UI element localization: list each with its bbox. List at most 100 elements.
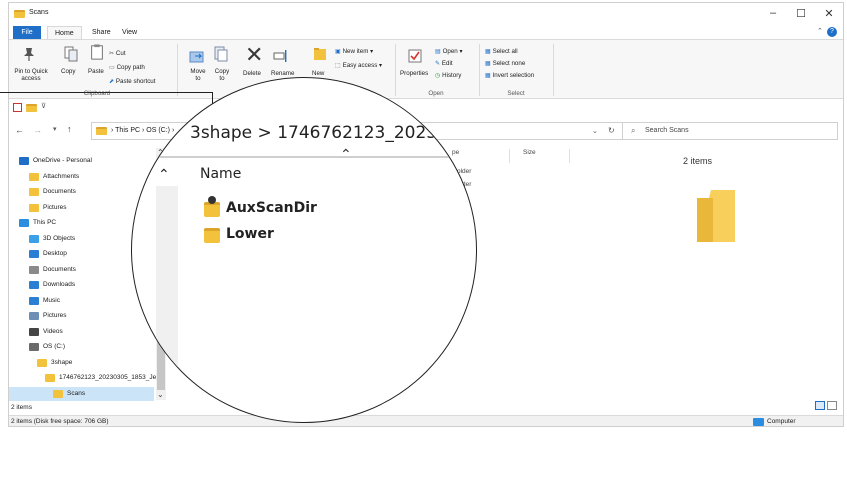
copy-button[interactable]: Copy — [61, 68, 75, 75]
videos-icon — [29, 327, 39, 336]
status-bar: 2 items — [9, 401, 843, 414]
properties-icon — [408, 49, 422, 63]
collapse-ribbon-icon[interactable]: ⌃ — [817, 27, 823, 35]
search-icon: ⌕ — [631, 126, 636, 135]
customize-qat-icon[interactable]: ⊽ — [41, 102, 46, 110]
forward-icon[interactable]: → — [33, 125, 42, 135]
nav-item-label: Scans — [67, 389, 86, 397]
folder-icon — [53, 389, 63, 398]
folder-icon — [14, 10, 25, 18]
folder-icon — [29, 172, 39, 181]
status-item-count: 2 items — [11, 404, 32, 411]
title-bar: Scans – ☐ ✕ — [9, 3, 843, 25]
paste-button[interactable]: Paste — [88, 68, 104, 75]
tab-share[interactable]: Share — [85, 26, 118, 39]
paste-shortcut-button[interactable]: ⬈ Paste shortcut — [109, 78, 155, 85]
nav-item-label: 3shape — [51, 358, 73, 366]
computer-icon — [19, 219, 29, 227]
recent-locations-icon[interactable]: ▾ — [53, 125, 57, 133]
nav-item-label: Videos — [43, 327, 63, 335]
details-view-icon[interactable] — [815, 401, 825, 410]
magnified-item-auxscandir: AuxScanDir — [226, 200, 317, 216]
column-header-type-fragment[interactable]: pe — [452, 149, 459, 156]
paste-icon — [91, 44, 103, 60]
rename-icon — [273, 50, 287, 62]
column-divider — [509, 149, 510, 163]
nav-item-label: This PC — [33, 219, 57, 226]
nav-item[interactable]: Documents — [9, 185, 154, 199]
history-button[interactable]: ◷ History — [435, 72, 461, 79]
tab-file[interactable]: File — [13, 26, 41, 39]
nav-item[interactable]: Videos — [9, 325, 154, 339]
open-button[interactable]: ▤ Open ▾ — [435, 48, 463, 55]
nav-item[interactable]: Music — [9, 294, 154, 308]
crumb-os-c[interactable]: OS (C:) — [146, 127, 170, 134]
open-icon: ▤ — [435, 48, 443, 55]
folder-icon — [45, 374, 55, 382]
nav-item[interactable]: Pictures — [9, 309, 154, 323]
nav-item-label: Downloads — [43, 281, 76, 288]
new-folder-button[interactable]: New — [312, 70, 324, 77]
refresh-icon[interactable]: ↻ — [608, 126, 615, 135]
nav-item[interactable]: Scans — [9, 386, 154, 401]
copy-to-button[interactable]: Copy to — [213, 68, 231, 82]
download-icon — [29, 281, 39, 289]
select-none-button[interactable]: ▦ Select none — [485, 60, 525, 67]
nav-item[interactable]: 3shape — [9, 356, 154, 370]
search-input[interactable]: Search Scans — [645, 127, 689, 134]
easy-access-icon: ⬚ — [335, 62, 343, 69]
column-divider — [569, 149, 570, 163]
easy-access-button[interactable]: ⬚ Easy access ▾ — [335, 62, 382, 69]
item-count: 2 items — [683, 156, 713, 166]
pictures-icon — [29, 312, 39, 320]
nav-item[interactable]: Downloads — [9, 278, 154, 292]
rename-button[interactable]: Rename — [271, 70, 294, 77]
new-folder-qat-icon[interactable] — [26, 104, 37, 112]
nav-item[interactable]: Attachments — [9, 170, 154, 184]
address-dropdown-icon[interactable]: ⌄ — [592, 127, 598, 135]
folder-icon — [29, 203, 39, 212]
nav-item-label: OS (C:) — [43, 343, 66, 350]
folder-icon — [204, 228, 220, 243]
new-item-button[interactable]: ▣ New item ▾ — [335, 48, 373, 55]
invert-selection-button[interactable]: ▦ Invert selection — [485, 72, 534, 79]
delete-icon: ✕ — [245, 42, 264, 67]
magnified-breadcrumb: 3shape > 1746762123_20230305_185 — [190, 123, 476, 143]
nav-item[interactable]: Pictures — [9, 201, 154, 215]
magnified-scrollbar — [156, 186, 178, 422]
select-all-button[interactable]: ▦ Select all — [485, 48, 518, 55]
nav-item-label: Pictures — [43, 203, 67, 211]
help-icon[interactable]: ? — [827, 27, 837, 37]
pin-icon — [24, 48, 34, 61]
nav-item[interactable]: 1746762123_20230305_1853_Jeff — [9, 371, 160, 385]
properties-button[interactable]: Properties — [400, 70, 428, 77]
minimize-button[interactable]: – — [765, 7, 781, 19]
cut-button[interactable]: ✂ Cut — [109, 50, 126, 57]
properties-qat-icon[interactable] — [13, 103, 22, 112]
move-to-button[interactable]: Move to — [189, 68, 207, 82]
tab-home[interactable]: Home — [47, 26, 82, 39]
column-header-size[interactable]: Size — [523, 149, 536, 156]
nav-item[interactable]: OS (C:) — [9, 340, 154, 354]
select-all-icon: ▦ — [485, 48, 493, 55]
ribbon-divider — [177, 44, 178, 96]
copy-path-button[interactable]: ▭ Copy path — [109, 64, 145, 71]
magnified-crumb-3shape: 3shape — [190, 123, 253, 143]
tab-view[interactable]: View — [115, 26, 144, 39]
delete-button[interactable]: Delete — [243, 70, 261, 77]
breadcrumb[interactable]: › This PC › OS (C:) › — [111, 127, 174, 134]
crumb-this-pc[interactable]: This PC — [115, 127, 140, 134]
search-box[interactable]: ⌕ Search Scans — [622, 122, 838, 140]
disk-free-space: 2 items (Disk free space: 706 GB) — [11, 418, 109, 425]
edit-button[interactable]: ✎ Edit — [435, 60, 453, 67]
up-icon[interactable]: ↑ — [67, 124, 72, 134]
large-icons-view-icon[interactable] — [827, 401, 837, 410]
magnified-item-lower: Lower — [226, 226, 274, 242]
pin-quick-access-button[interactable]: Pin to Quick access — [13, 68, 49, 82]
nav-item-label: 1746762123_20230305_1853_Jeff — [59, 374, 160, 381]
sort-ascending-icon: ⌃ — [340, 146, 352, 162]
back-icon[interactable]: ← — [15, 125, 24, 135]
maximize-button[interactable]: ☐ — [793, 7, 809, 20]
scissors-icon: ✂ — [109, 50, 116, 57]
close-button[interactable]: ✕ — [821, 7, 837, 20]
